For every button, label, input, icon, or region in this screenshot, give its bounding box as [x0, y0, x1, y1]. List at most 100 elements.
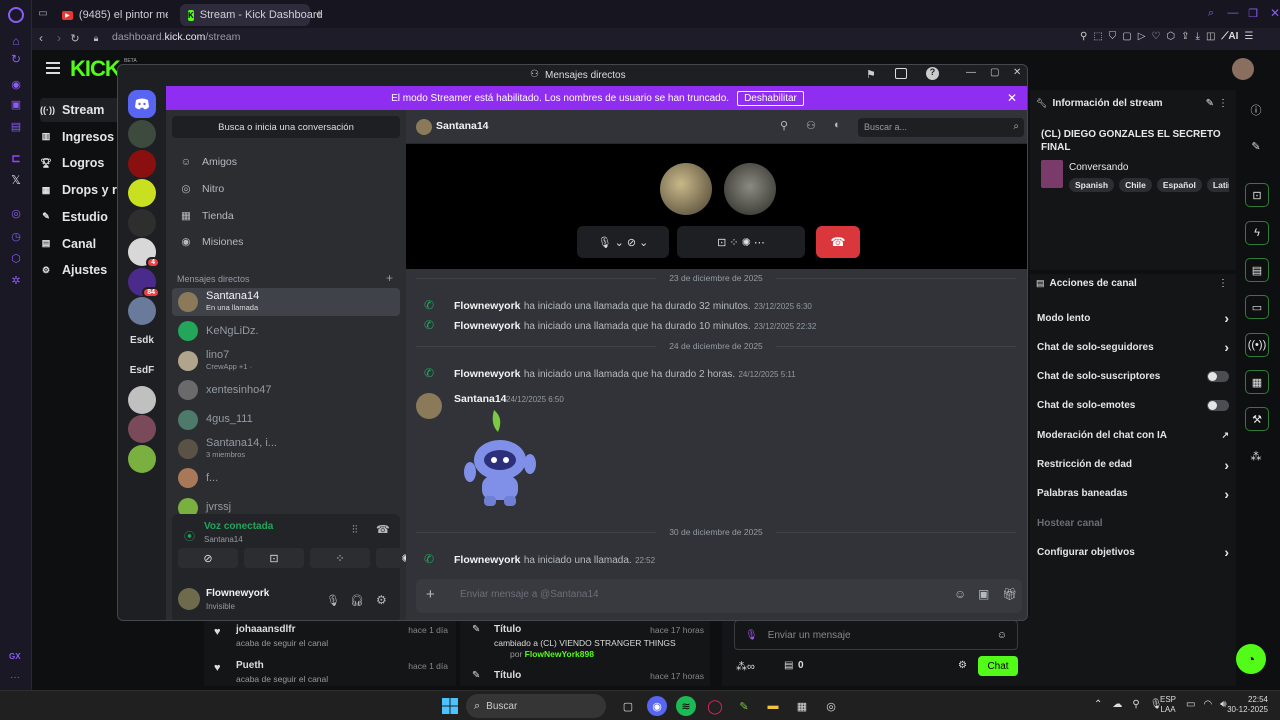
kick-logo[interactable]: KICK: [70, 56, 121, 82]
server-icon[interactable]: [128, 415, 156, 443]
emoji-icon[interactable]: ☺: [997, 630, 1007, 641]
cloud-icon[interactable]: ☁: [1112, 699, 1122, 710]
twitch-icon[interactable]: ⊏: [8, 150, 24, 166]
back-icon[interactable]: ‹: [34, 31, 48, 45]
pin-icon[interactable]: ⚲: [780, 119, 788, 132]
dm-item[interactable]: f...: [172, 464, 400, 492]
info-icon[interactable]: ⓘ: [1248, 102, 1264, 118]
banner-close-icon[interactable]: ✕: [1007, 91, 1017, 105]
more-options-icon[interactable]: ⋮: [1218, 98, 1228, 109]
pencil-icon[interactable]: ✎: [1248, 138, 1264, 154]
call-mic-button[interactable]: 🎙︎ ⌄ ⊘ ⌄: [577, 226, 669, 258]
close-window-icon[interactable]: ✕: [1268, 6, 1280, 20]
noise-suppression-icon[interactable]: ⫶⫶: [352, 524, 358, 537]
message-author[interactable]: Flownewyork: [454, 368, 521, 380]
channel-action-item[interactable]: Chat de solo-suscriptores: [1037, 367, 1229, 387]
toggle-switch[interactable]: [1207, 400, 1229, 412]
add-dm-icon[interactable]: +: [386, 271, 393, 285]
channel-action-item[interactable]: Hostear canal: [1037, 513, 1229, 533]
stream-tag[interactable]: Español: [1156, 178, 1202, 192]
store-icon[interactable]: ▦: [792, 696, 812, 716]
user-settings-icon[interactable]: ⚙: [376, 593, 387, 607]
language-indicator[interactable]: ESP LAA: [1160, 695, 1176, 715]
more-tools-icon[interactable]: ⁂: [1248, 448, 1264, 464]
nav-item-stream[interactable]: ((·)) Stream: [40, 98, 120, 122]
sticker-icon[interactable]: ▣: [978, 587, 989, 601]
crop-tool-icon[interactable]: ⊡: [1245, 183, 1269, 207]
ai-icon[interactable]: ⟋AI: [1221, 31, 1238, 42]
stream-mode-icon[interactable]: [895, 68, 907, 79]
notes-tool-icon[interactable]: ▤: [1245, 258, 1269, 282]
url-field[interactable]: dashboard.kick.com/stream: [112, 31, 240, 43]
mic-icon[interactable]: 🎙︎: [326, 594, 340, 607]
chat-send-button[interactable]: Chat: [978, 656, 1018, 676]
flag-icon[interactable]: ⚑: [866, 68, 876, 81]
nav-item-estudio[interactable]: ✎ Estudio: [40, 205, 128, 229]
opera-gx-icon[interactable]: ◯: [705, 696, 725, 716]
player-icon[interactable]: ◎: [8, 205, 24, 221]
channel-action-item[interactable]: Configurar objetivos ›: [1037, 542, 1229, 562]
menu-item-tienda[interactable]: ▦ Tienda: [172, 202, 400, 230]
dm-item[interactable]: lino7 CrewApp +1 ·: [172, 347, 400, 375]
user-avatar[interactable]: [178, 588, 200, 610]
menu-item-misiones[interactable]: ◉ Misiones: [172, 228, 400, 256]
tab-kick[interactable]: K Stream - Kick Dashboard: [180, 4, 323, 26]
server-icon[interactable]: [128, 297, 156, 325]
nav-item-canal[interactable]: ▤ Canal: [40, 232, 128, 256]
workspace-icon[interactable]: ▭: [36, 6, 50, 20]
shield-icon[interactable]: ⛉: [1109, 31, 1117, 42]
play-icon[interactable]: ▷: [1138, 31, 1146, 42]
nav-item-drops-y-re[interactable]: ▦ Drops y re: [40, 178, 128, 202]
file-explorer-icon[interactable]: ▬: [763, 696, 783, 716]
server-icon[interactable]: [128, 444, 156, 473]
snapshot-icon[interactable]: ⬚: [1093, 31, 1102, 42]
server-icon[interactable]: 84: [128, 267, 160, 298]
dc-maximize-icon[interactable]: ▢: [990, 67, 999, 78]
server-icon[interactable]: 4: [128, 238, 160, 268]
chat-icon[interactable]: ◉: [8, 76, 24, 92]
screen-share-button[interactable]: ⊡: [244, 548, 304, 568]
channel-action-item[interactable]: Chat de solo-seguidores ›: [1037, 337, 1229, 357]
server-icon[interactable]: [128, 385, 156, 414]
toggle-switch[interactable]: [1207, 371, 1229, 383]
refresh-icon[interactable]: ↻: [8, 52, 24, 66]
message-author[interactable]: Santana14: [454, 393, 507, 405]
message-author[interactable]: Flownewyork: [454, 300, 521, 312]
nav-item-ajustes[interactable]: ⚙ Ajustes: [40, 258, 128, 282]
clock[interactable]: 22:54 30-12-2025: [1226, 695, 1268, 715]
emoji-icon[interactable]: ☺: [954, 587, 966, 601]
channel-action-item[interactable]: Modo lento ›: [1037, 308, 1229, 328]
stream-tag[interactable]: Spanish: [1069, 178, 1115, 192]
edit-stream-icon[interactable]: ✎: [1206, 98, 1214, 109]
history-icon[interactable]: ◷: [8, 228, 24, 244]
message-author[interactable]: Flownewyork: [454, 554, 521, 566]
upload-plus-icon[interactable]: +: [426, 586, 435, 603]
channel-action-item[interactable]: Restricción de edad ›: [1037, 455, 1229, 475]
discord-home-icon[interactable]: [128, 90, 156, 118]
dm-item[interactable]: KeNgLiDz.: [172, 317, 400, 345]
more-icon[interactable]: ···: [10, 672, 20, 683]
network-icon[interactable]: ⚲: [1132, 699, 1139, 710]
user-avatar[interactable]: [1232, 58, 1254, 80]
new-tab-icon[interactable]: +: [312, 6, 326, 21]
x-icon[interactable]: 𝕏: [8, 172, 24, 188]
taskbar-search[interactable]: ⌕ Buscar: [466, 694, 606, 718]
add-friend-icon[interactable]: ⚇: [806, 119, 816, 132]
cube-icon[interactable]: ⬡: [8, 250, 24, 266]
pin-icon[interactable]: ⚲: [1080, 31, 1087, 42]
banner-disable-button[interactable]: Deshabilitar: [737, 90, 804, 106]
kick-chat-input[interactable]: 🎙︎ Enviar un mensaje ☺: [734, 620, 1018, 650]
dm-item[interactable]: Santana14 En una llamada: [172, 288, 400, 316]
recipient-name[interactable]: Santana14: [436, 120, 489, 132]
share-icon[interactable]: ⇪: [1181, 31, 1189, 42]
windows-start-icon[interactable]: [440, 696, 460, 716]
chat-search-input[interactable]: Buscar a... ⌕: [858, 118, 1024, 137]
stream-tag[interactable]: Chile: [1119, 178, 1152, 192]
headphones-icon[interactable]: 🎧︎: [350, 594, 364, 607]
cart-icon[interactable]: ▢: [1122, 31, 1131, 42]
dc-minimize-icon[interactable]: —: [966, 67, 976, 78]
disconnect-icon[interactable]: ☎: [376, 523, 390, 536]
heart-icon[interactable]: ♡: [1151, 31, 1160, 42]
more-options-icon[interactable]: ⋮: [1218, 278, 1228, 289]
leave-call-button[interactable]: ☎: [816, 226, 860, 258]
